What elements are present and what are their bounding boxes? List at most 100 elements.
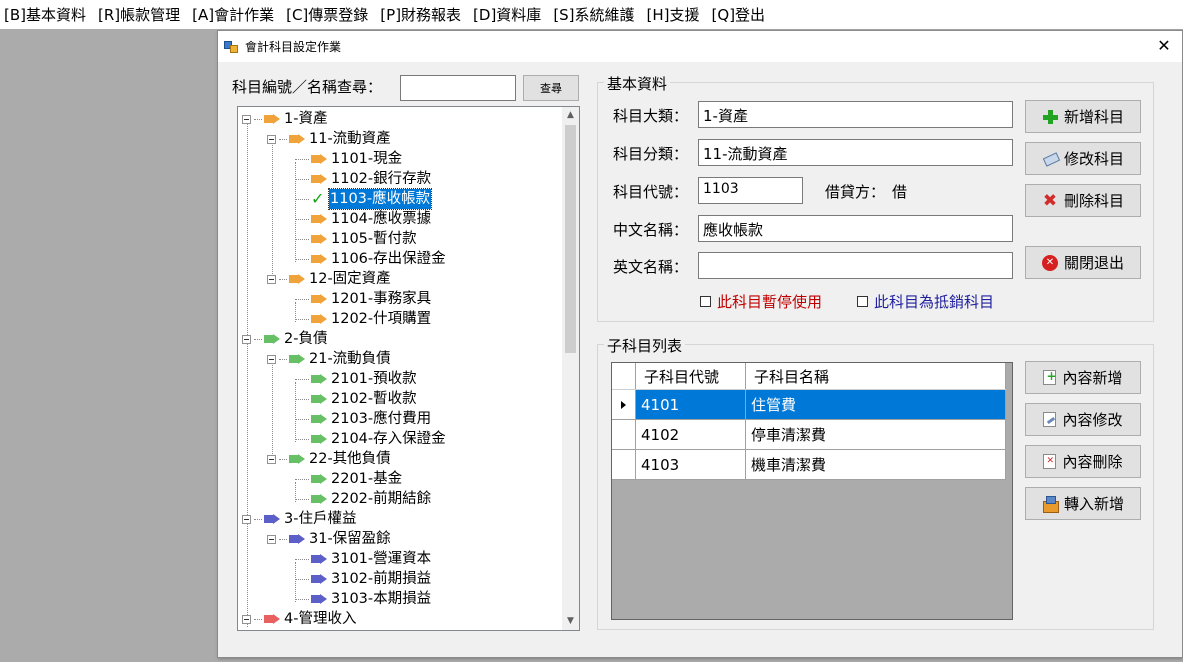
account-tree[interactable]: 1-資產 11-流動資產 1101-現金 1102-銀行存款 ✓ 1103-應收… — [237, 106, 580, 631]
code-field[interactable]: 1103 — [698, 177, 803, 204]
close-icon[interactable]: ✕ — [1154, 36, 1174, 56]
tree-node[interactable]: 2102-暫收款 — [295, 389, 417, 409]
tag-icon — [264, 113, 280, 125]
tree-node[interactable]: 1102-銀行存款 — [295, 169, 431, 189]
collapse-icon[interactable] — [267, 454, 276, 464]
close-exit-button[interactable]: 關閉退出 — [1025, 246, 1141, 279]
column-header-code[interactable]: 子科目代號 — [636, 363, 746, 389]
checkbox-box[interactable] — [857, 296, 868, 307]
content-add-button[interactable]: 內容新增 — [1025, 361, 1141, 394]
menu-voucher[interactable]: [C]傳票登錄 — [284, 4, 378, 25]
tree-node[interactable]: 31-保留盈餘 — [267, 529, 391, 549]
collapse-icon[interactable] — [267, 354, 276, 364]
tree-node-selected[interactable]: ✓ 1103-應收帳款 — [295, 188, 433, 210]
collapse-icon[interactable] — [242, 114, 251, 124]
add-account-button[interactable]: 新增科目 — [1025, 100, 1141, 133]
tree-node[interactable]: 1106-存出保證金 — [295, 249, 446, 269]
tree-node[interactable]: 1201-事務家具 — [295, 289, 431, 309]
menu-financial-reports[interactable]: [P]財務報表 — [378, 4, 471, 25]
row-selector[interactable] — [612, 390, 636, 419]
tag-icon — [311, 233, 327, 245]
content-edit-button[interactable]: 內容修改 — [1025, 403, 1141, 436]
row-name[interactable]: 停車清潔費 — [746, 420, 1006, 449]
query-button[interactable]: 查尋 — [523, 75, 579, 101]
chinese-name-label: 中文名稱： — [613, 221, 689, 239]
tree-node[interactable]: 2201-基金 — [295, 469, 402, 489]
tree-node[interactable]: 3101-營運資本 — [295, 549, 431, 569]
tag-icon — [311, 313, 327, 325]
collapse-icon[interactable] — [242, 334, 251, 344]
tree-node[interactable]: 1101-現金 — [295, 149, 402, 169]
edit-account-button[interactable]: 修改科目 — [1025, 142, 1141, 175]
menu-help[interactable]: [H]支援 — [645, 4, 710, 25]
tag-icon — [264, 613, 280, 625]
tree-node[interactable]: 1202-什項購置 — [295, 309, 431, 329]
table-row[interactable]: 4101 住管費 — [612, 390, 1006, 420]
row-selector[interactable] — [612, 450, 636, 479]
tree-node[interactable]: 3103-本期損益 — [295, 589, 431, 609]
checkbox-box[interactable] — [700, 296, 711, 307]
collapse-icon[interactable] — [242, 514, 251, 524]
scroll-up-icon[interactable]: ▲ — [562, 107, 579, 124]
menu-basic-data[interactable]: [B]基本資料 — [4, 4, 96, 25]
table-row[interactable]: 4102 停車清潔費 — [612, 420, 1006, 450]
tag-icon — [311, 253, 327, 265]
content-delete-button[interactable]: 內容刪除 — [1025, 445, 1141, 478]
debit-credit-label: 借貸方： — [825, 183, 886, 201]
tree-node[interactable]: 2104-存入保證金 — [295, 429, 446, 449]
row-selector[interactable] — [612, 420, 636, 449]
tag-icon — [311, 173, 327, 185]
tree-node[interactable]: 21-流動負債 — [267, 349, 391, 369]
collapse-icon[interactable] — [267, 274, 276, 284]
app-icon — [223, 39, 239, 55]
scroll-down-icon[interactable]: ▼ — [562, 613, 579, 630]
tree-node[interactable]: 1104-應收票據 — [295, 209, 431, 229]
tree-node[interactable]: 12-固定資產 — [267, 269, 391, 289]
plus-icon — [1042, 109, 1058, 125]
subcategory-field[interactable]: 11-流動資產 — [698, 139, 1013, 166]
tree-node[interactable]: 2101-預收款 — [295, 369, 417, 389]
tree-node[interactable]: 2103-應付費用 — [295, 409, 431, 429]
search-input[interactable] — [400, 75, 516, 101]
tree-node[interactable]: 2202-前期結餘 — [295, 489, 431, 509]
menu-logout[interactable]: [Q]登出 — [710, 4, 776, 25]
category-label: 科目大類： — [613, 107, 689, 125]
row-code[interactable]: 4102 — [636, 420, 746, 449]
table-row[interactable]: 4103 機車清潔費 — [612, 450, 1006, 480]
offset-label: 此科目為抵銷科目 — [874, 293, 995, 311]
import-add-button[interactable]: 轉入新增 — [1025, 487, 1141, 520]
english-name-field[interactable] — [698, 252, 1013, 279]
offset-checkbox[interactable]: 此科目為抵銷科目 — [857, 291, 994, 312]
tree-node[interactable]: 2-負債 — [242, 329, 327, 349]
column-header-name[interactable]: 子科目名稱 — [746, 363, 1006, 389]
tree-node[interactable]: 22-其他負債 — [267, 449, 391, 469]
row-name[interactable]: 機車清潔費 — [746, 450, 1006, 479]
row-code[interactable]: 4101 — [636, 390, 746, 419]
delete-x-icon: ✖ — [1042, 190, 1058, 211]
delete-account-button[interactable]: ✖ 刪除科目 — [1025, 184, 1141, 217]
menu-account-mgmt[interactable]: [R]帳款管理 — [96, 4, 190, 25]
subcategory-label: 科目分類： — [613, 145, 689, 163]
row-code[interactable]: 4103 — [636, 450, 746, 479]
menu-system[interactable]: [S]系統維護 — [551, 4, 644, 25]
tree-node[interactable]: 1-資產 — [242, 109, 327, 129]
menu-database[interactable]: [D]資料庫 — [471, 4, 551, 25]
collapse-icon[interactable] — [242, 614, 251, 624]
tree-node[interactable]: 3-住戶權益 — [242, 509, 356, 529]
collapse-icon[interactable] — [267, 134, 276, 144]
menu-accounting[interactable]: [A]會計作業 — [190, 4, 284, 25]
suspend-checkbox[interactable]: 此科目暫停使用 — [700, 291, 822, 312]
tree-node[interactable]: 1105-暫付款 — [295, 229, 417, 249]
chinese-name-field[interactable]: 應收帳款 — [698, 215, 1013, 242]
row-name[interactable]: 住管費 — [746, 390, 1006, 419]
tree-scrollbar[interactable]: ▲ ▼ — [562, 107, 579, 630]
search-label: 科目編號／名稱查尋： — [232, 78, 383, 96]
category-field[interactable]: 1-資產 — [698, 101, 1013, 128]
tree-node[interactable]: 11-流動資產 — [267, 129, 391, 149]
scroll-thumb[interactable] — [565, 125, 576, 353]
tree-node[interactable]: 3102-前期損益 — [295, 569, 431, 589]
tag-icon — [311, 413, 327, 425]
collapse-icon[interactable] — [267, 534, 276, 544]
sub-account-grid[interactable]: 子科目代號 子科目名稱 4101 住管費 4102 停車清潔費 4103 機車清… — [611, 362, 1013, 620]
tree-node[interactable]: 4-管理收入 — [242, 609, 356, 629]
